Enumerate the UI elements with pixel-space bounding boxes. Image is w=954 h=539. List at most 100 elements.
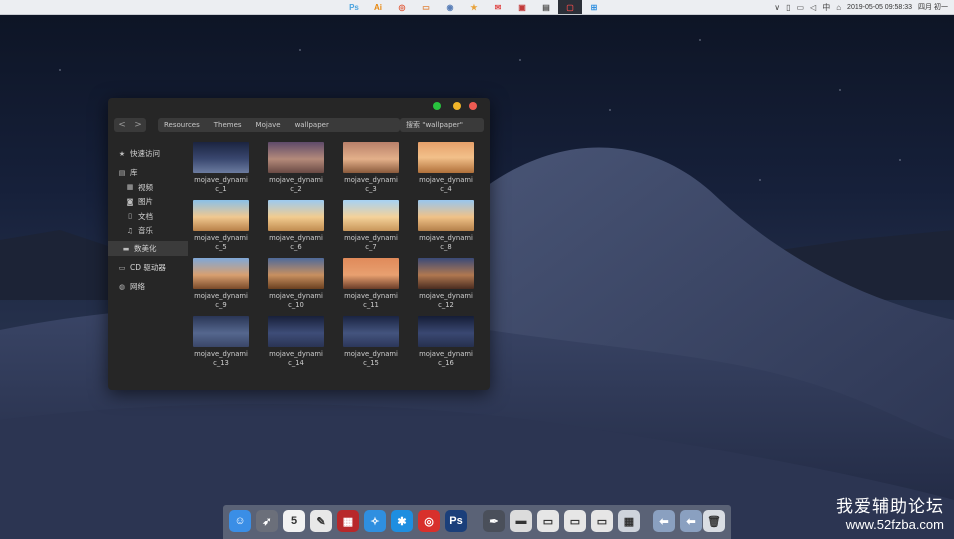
- menubar-app-icon[interactable]: Ai: [366, 0, 390, 14]
- file-item[interactable]: mojave_dynami c_15: [340, 316, 402, 368]
- window-titlebar[interactable]: [108, 98, 490, 112]
- file-item[interactable]: mojave_dynami c_3: [340, 142, 402, 194]
- globe-icon: ◍: [118, 282, 126, 291]
- file-name: mojave_dynami c_6: [265, 234, 327, 252]
- arrow-left-2-icon[interactable]: ⬅: [680, 510, 702, 532]
- window-thumb-4-icon[interactable]: ▭: [591, 510, 613, 532]
- file-item[interactable]: mojave_dynami c_10: [265, 258, 327, 310]
- safari-icon[interactable]: ✧: [364, 510, 386, 532]
- file-item[interactable]: mojave_dynami c_5: [190, 200, 252, 252]
- file-item[interactable]: mojave_dynami c_14: [265, 316, 327, 368]
- sidebar-item-video[interactable]: ▦ 视频: [118, 180, 188, 195]
- search-input[interactable]: 搜索 "wallpaper": [400, 118, 484, 132]
- sidebar-item-label: CD 驱动器: [130, 263, 166, 272]
- sidebar-item-quick-access[interactable]: ★ 快速访问: [118, 146, 188, 161]
- notes-icon[interactable]: ✎: [310, 510, 332, 532]
- sidebar-item-music[interactable]: ♫ 音乐: [118, 224, 188, 239]
- file-thumbnail: [418, 200, 474, 231]
- file-name-line1: mojave_dynami: [344, 176, 398, 184]
- screen-icon[interactable]: ▭: [796, 3, 804, 12]
- sidebar-item-digitalize[interactable]: ▬ 数美化: [108, 241, 188, 256]
- breadcrumb-mojave[interactable]: Mojave: [256, 121, 281, 129]
- menubar-app-icon[interactable]: ✉: [486, 0, 510, 14]
- window-thumb-3-icon[interactable]: ▭: [564, 510, 586, 532]
- file-name-line1: mojave_dynami: [269, 234, 323, 242]
- trash-icon[interactable]: 🗑: [703, 510, 725, 532]
- window-toolbar: < > Resources Themes Mojave wallpaper 搜索…: [114, 118, 486, 134]
- sidebar-item-library[interactable]: ▤ 库: [118, 165, 188, 180]
- calendar-icon[interactable]: 5: [283, 510, 305, 532]
- menubar-app-icon[interactable]: ★: [462, 0, 486, 14]
- camera-icon: ◙: [126, 197, 134, 206]
- breadcrumb-resources[interactable]: Resources: [164, 121, 200, 129]
- photo-booth-icon[interactable]: ▦: [337, 510, 359, 532]
- file-item[interactable]: mojave_dynami c_12: [415, 258, 477, 310]
- maximize-button[interactable]: [433, 102, 441, 110]
- navigation-buttons: < >: [114, 118, 146, 132]
- file-name: mojave_dynami c_16: [415, 350, 477, 368]
- file-name-line2: c_11: [363, 301, 379, 309]
- menubar-app-icon[interactable]: ▭: [414, 0, 438, 14]
- file-name-line2: c_12: [438, 301, 454, 309]
- menubar-app-icon[interactable]: ▣: [510, 0, 534, 14]
- grid-view-icon[interactable]: ▦: [618, 510, 640, 532]
- file-item[interactable]: mojave_dynami c_8: [415, 200, 477, 252]
- file-icon[interactable]: ▯: [786, 3, 790, 12]
- back-button[interactable]: <: [114, 118, 130, 132]
- chevron-down-icon[interactable]: ∨: [774, 3, 780, 12]
- photoshop-icon[interactable]: Ps: [445, 510, 467, 532]
- breadcrumb-wallpaper[interactable]: wallpaper: [295, 121, 329, 129]
- menubar-app-icon[interactable]: ◉: [438, 0, 462, 14]
- sidebar-item-label: 图片: [138, 197, 153, 207]
- clock-datetime[interactable]: 2019-05-05 09:58:33: [847, 4, 912, 11]
- file-name-line1: mojave_dynami: [419, 176, 473, 184]
- file-item[interactable]: mojave_dynami c_4: [415, 142, 477, 194]
- file-name-line1: mojave_dynami: [344, 292, 398, 300]
- sidebar: ★ 快速访问 ▤ 库 ▦ 视频 ◙ 图片 ▯ 文档 ♫ 音乐 ▬ 数美化 ▭ C: [108, 146, 188, 294]
- input-method-indicator[interactable]: 中: [822, 2, 830, 13]
- file-thumbnail: [268, 142, 324, 173]
- sidebar-item-network[interactable]: ◍ 网络: [118, 279, 188, 294]
- sidebar-item-documents[interactable]: ▯ 文档: [118, 209, 188, 224]
- menubar-app-icon[interactable]: ◎: [390, 0, 414, 14]
- status-area: ∨ ▯ ▭ ◁ 中 ⌂ 2019-05-05 09:58:33 四月 初一: [774, 0, 948, 14]
- network-icon[interactable]: ⌂: [836, 3, 841, 12]
- window-thumb-2-icon[interactable]: ▭: [537, 510, 559, 532]
- watermark: 我爱辅助论坛 www.52fzba.com: [836, 492, 944, 532]
- breadcrumb-themes[interactable]: Themes: [214, 121, 242, 129]
- menubar-app-icon[interactable]: ▤: [534, 0, 558, 14]
- sidebar-item-pictures[interactable]: ◙ 图片: [118, 195, 188, 210]
- pen-tool-icon[interactable]: ✒: [483, 510, 505, 532]
- file-item[interactable]: mojave_dynami c_1: [190, 142, 252, 194]
- sidebar-item-label: 快速访问: [130, 149, 160, 158]
- file-thumbnail: [193, 258, 249, 289]
- window-thumb-1-icon[interactable]: ▬: [510, 510, 532, 532]
- file-item[interactable]: mojave_dynami c_16: [415, 316, 477, 368]
- sidebar-item-cd-drive[interactable]: ▭ CD 驱动器: [118, 260, 188, 275]
- menubar-app-icon[interactable]: ▢: [558, 0, 582, 14]
- netease-music-icon[interactable]: ◎: [418, 510, 440, 532]
- file-name-line1: mojave_dynami: [269, 176, 323, 184]
- file-name-line2: c_3: [365, 185, 377, 193]
- launchpad-icon[interactable]: ➶: [256, 510, 278, 532]
- minimize-button[interactable]: [453, 102, 461, 110]
- finder-icon[interactable]: ☺: [229, 510, 251, 532]
- forward-button[interactable]: >: [130, 118, 146, 132]
- file-item[interactable]: mojave_dynami c_9: [190, 258, 252, 310]
- file-name-line2: c_1: [215, 185, 227, 193]
- file-item[interactable]: mojave_dynami c_11: [340, 258, 402, 310]
- menubar-app-icon[interactable]: ⊞: [582, 0, 606, 14]
- app-store-icon[interactable]: ✱: [391, 510, 413, 532]
- arrow-left-icon[interactable]: ⬅: [653, 510, 675, 532]
- file-item[interactable]: mojave_dynami c_7: [340, 200, 402, 252]
- file-item[interactable]: mojave_dynami c_13: [190, 316, 252, 368]
- close-button[interactable]: [469, 102, 477, 110]
- file-item[interactable]: mojave_dynami c_6: [265, 200, 327, 252]
- watermark-title: 我爱辅助论坛: [836, 497, 944, 516]
- dock: ☺ ➶ 5 ✎ ▦ ✧ ✱ ◎ Ps ✒ ▬ ▭ ▭ ▭ ▦ ⬅ ⬅ 🗑: [223, 505, 731, 539]
- file-item[interactable]: mojave_dynami c_2: [265, 142, 327, 194]
- file-name: mojave_dynami c_14: [265, 350, 327, 368]
- file-name-line1: mojave_dynami: [194, 176, 248, 184]
- volume-icon[interactable]: ◁: [810, 3, 816, 12]
- menubar-app-icon[interactable]: Ps: [342, 0, 366, 14]
